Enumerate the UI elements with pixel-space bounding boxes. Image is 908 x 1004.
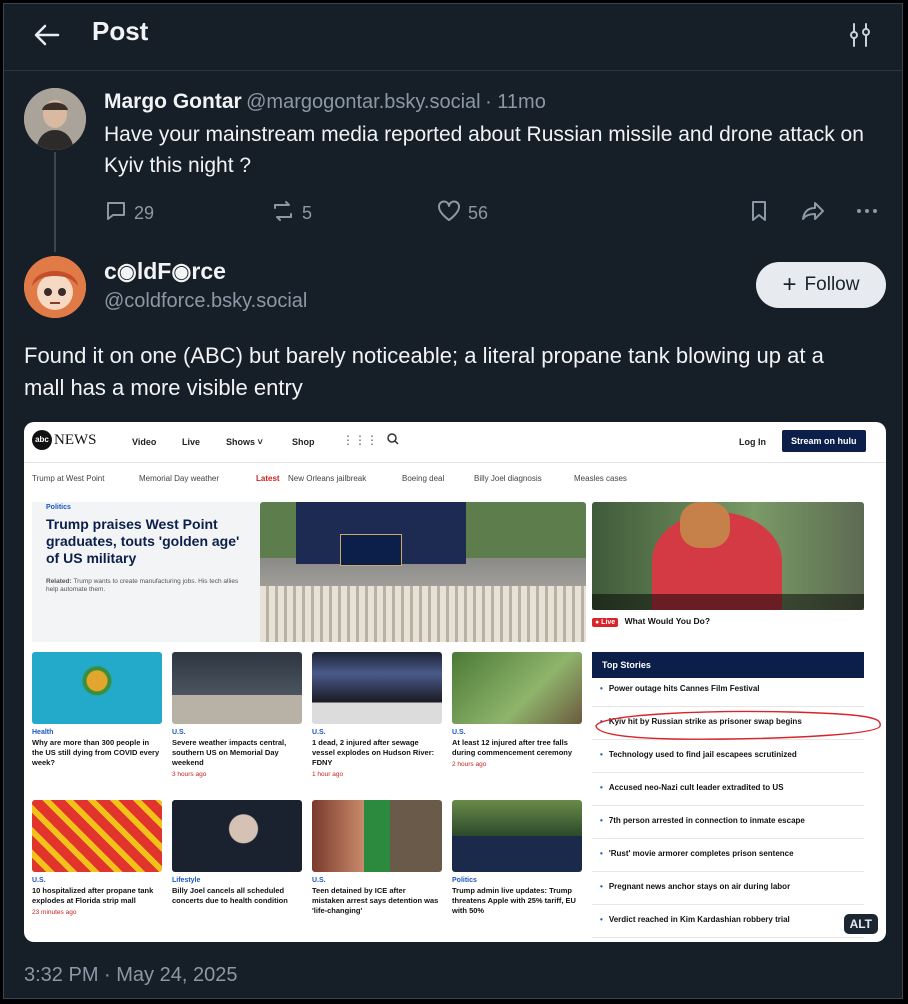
abc-header: abc NEWS Video Live Shows ˅ Shop ⋮⋮⋮ Log… <box>24 422 886 463</box>
thread-line <box>54 152 56 252</box>
card[interactable]: U.S. 1 dead, 2 injured after sewage vess… <box>312 728 440 780</box>
top-story[interactable]: • 7th person arrested in connection to in… <box>592 816 864 839</box>
card[interactable]: U.S. Severe weather impacts central, sou… <box>172 728 300 780</box>
card-image[interactable] <box>172 652 302 724</box>
card[interactable]: Health Why are more than 300 people in t… <box>32 728 160 768</box>
nav-shows[interactable]: Shows ˅ <box>226 437 263 447</box>
back-arrow-icon[interactable] <box>32 20 62 56</box>
author-name[interactable]: Margo Gontar <box>104 90 242 113</box>
grid-icon[interactable]: ⋮⋮⋮ <box>342 433 378 447</box>
author-handle[interactable]: @coldforce.bsky.social <box>104 290 307 313</box>
share-icon[interactable] <box>800 199 826 223</box>
reply-button[interactable]: 29 <box>104 199 154 228</box>
hero-story[interactable]: Politics Trump praises West Point gradua… <box>32 502 260 642</box>
video-caption[interactable]: ● Live What Would You Do? <box>592 616 710 627</box>
post-actions: 29 5 56 <box>104 199 884 229</box>
top-story[interactable]: • Technology used to find jail escapees s… <box>592 750 864 773</box>
stream-button[interactable]: Stream on hulu <box>782 430 866 452</box>
video-player[interactable] <box>592 502 864 610</box>
card-image[interactable] <box>312 800 442 872</box>
follow-button[interactable]: + Follow <box>756 262 886 308</box>
top-story[interactable]: • 'Rust' movie armorer completes prison s… <box>592 849 864 872</box>
top-stories-title: Top Stories <box>592 652 864 678</box>
post-text: Found it on one (ABC) but barely noticea… <box>24 343 824 400</box>
top-story[interactable]: • Pregnant news anchor stays on air durin… <box>592 882 864 905</box>
alt-badge[interactable]: ALT <box>843 914 878 934</box>
top-story[interactable]: • Power outage hits Cannes Film Festival <box>592 684 864 707</box>
page-title: Post <box>92 16 149 46</box>
repost-icon <box>270 199 296 228</box>
card-image[interactable] <box>452 800 582 872</box>
top-stories-panel: Top Stories • Power outage hits Cannes Fi… <box>592 652 864 942</box>
nav-video[interactable]: Video <box>132 437 156 447</box>
red-circle-annotation <box>595 710 881 740</box>
bookmark-icon[interactable] <box>749 199 769 223</box>
post-age: · 11mo <box>485 91 546 113</box>
reply-icon <box>104 199 128 228</box>
hero-image[interactable] <box>260 502 586 642</box>
card[interactable]: U.S. At least 12 injured after tree fall… <box>452 728 580 770</box>
post-image[interactable]: abc NEWS Video Live Shows ˅ Shop ⋮⋮⋮ Log… <box>24 422 886 942</box>
card-image[interactable] <box>172 800 302 872</box>
abc-subnav: Trump at West Point Memorial Day weather… <box>32 474 627 483</box>
nav-live[interactable]: Live <box>182 437 200 447</box>
card[interactable]: U.S. 10 hospitalized after propane tank … <box>32 876 160 918</box>
follow-label: Follow <box>804 274 860 295</box>
card-image[interactable] <box>32 800 162 872</box>
avatar[interactable] <box>24 256 86 318</box>
post-thread-page: Post Margo Gontar @margogontar.bsky.soci… <box>3 3 903 999</box>
hero-title[interactable]: Trump praises West Point graduates, tout… <box>46 516 251 567</box>
author-name[interactable]: c◉ldF◉rce <box>104 258 226 285</box>
search-icon[interactable] <box>386 432 400 448</box>
login-link[interactable]: Log In <box>739 437 766 447</box>
author-handle[interactable]: @margogontar.bsky.social <box>246 91 480 113</box>
card-image[interactable] <box>452 652 582 724</box>
card-image[interactable] <box>32 652 162 724</box>
post-timestamp: 3:32 PM · May 24, 2025 <box>24 964 238 986</box>
card[interactable]: Politics Trump admin live updates: Trump… <box>452 876 580 916</box>
header: Post <box>4 4 902 71</box>
card-image[interactable] <box>312 652 442 724</box>
card[interactable]: U.S. Teen detained by ICE after mistaken… <box>312 876 440 916</box>
card[interactable]: Lifestyle Billy Joel cancels all schedul… <box>172 876 300 906</box>
reply-count: 29 <box>134 203 155 223</box>
repost-count: 5 <box>302 203 313 223</box>
more-icon[interactable] <box>854 199 880 223</box>
plus-icon: + <box>782 271 797 298</box>
repost-button[interactable]: 5 <box>270 199 312 228</box>
post-text: Have your mainstream media reported abou… <box>104 123 864 177</box>
top-story[interactable]: • Accused neo-Nazi cult leader extradited… <box>592 783 864 806</box>
sliders-icon[interactable] <box>848 22 872 53</box>
nav-shop[interactable]: Shop <box>292 437 315 447</box>
like-count: 56 <box>468 203 489 223</box>
abc-logo: abc NEWS <box>32 430 97 450</box>
avatar[interactable] <box>24 88 86 150</box>
live-badge: ● Live <box>592 618 619 627</box>
like-button[interactable]: 56 <box>436 199 488 228</box>
top-story[interactable]: • Verdict reached in Kim Kardashian robbe… <box>592 915 864 938</box>
like-icon <box>436 199 462 228</box>
